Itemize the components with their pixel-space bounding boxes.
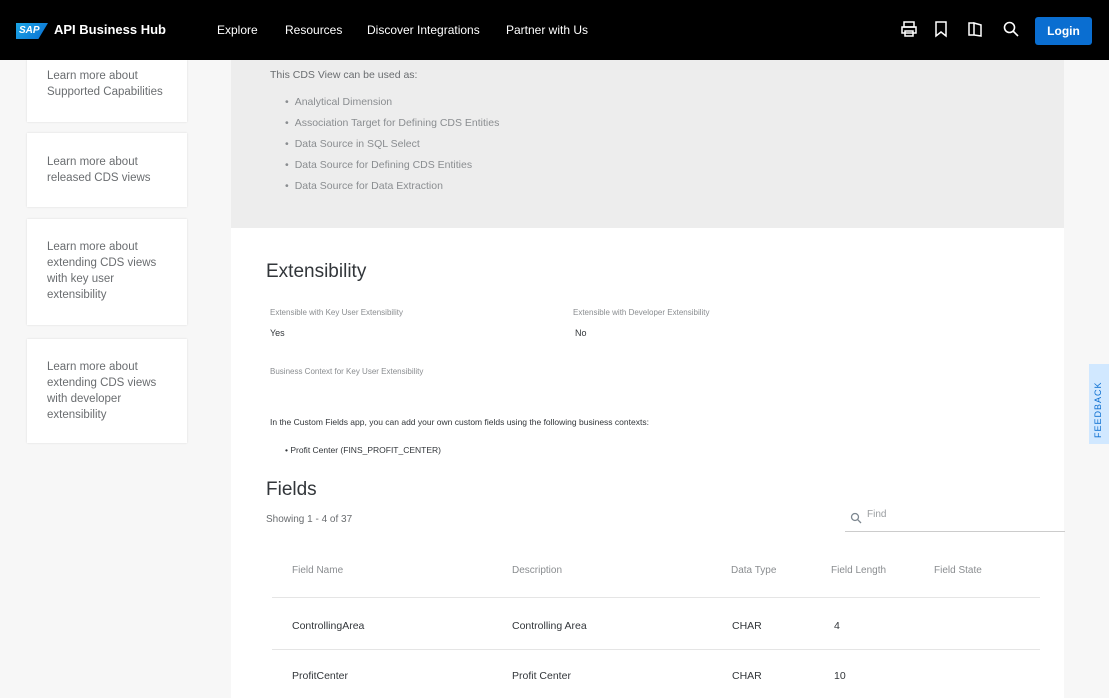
printer-icon[interactable] xyxy=(900,20,918,38)
developer-value: No xyxy=(575,328,587,338)
find-placeholder: Find xyxy=(867,509,887,520)
key-user-label: Extensible with Key User Extensibility xyxy=(270,308,403,317)
business-context-item-text: Profit Center (FINS_PROFIT_CENTER) xyxy=(290,445,442,455)
login-button[interactable]: Login xyxy=(1035,17,1092,45)
nav-discover-integrations[interactable]: Discover Integrations xyxy=(367,23,480,37)
cell-field-length: 10 xyxy=(834,670,846,682)
nav-resources[interactable]: Resources xyxy=(285,23,342,37)
cell-description: Profit Center xyxy=(512,670,571,682)
search-icon xyxy=(850,511,862,524)
sidebar-card-developer[interactable]: Learn more about extending CDS views wit… xyxy=(27,339,187,443)
find-input[interactable]: Find xyxy=(845,504,1065,532)
bookmark-icon[interactable] xyxy=(932,20,950,38)
sap-logo[interactable]: SAP xyxy=(16,23,48,39)
sidebar-card-label: Learn more about released CDS views xyxy=(47,156,151,184)
row-divider xyxy=(272,649,1040,650)
business-context-item: • Profit Center (FINS_PROFIT_CENTER) xyxy=(285,445,442,455)
cell-field-length: 4 xyxy=(834,620,840,632)
cell-description: Controlling Area xyxy=(512,620,587,632)
book-icon[interactable] xyxy=(966,20,984,38)
fields-count: Showing 1 - 4 of 37 xyxy=(266,514,353,525)
column-field-length[interactable]: Field Length xyxy=(831,565,886,576)
nav-partner-with-us[interactable]: Partner with Us xyxy=(506,23,588,37)
usage-intro: This CDS View can be used as: xyxy=(270,69,418,81)
sidebar-card-label: Learn more about Supported Capabilities xyxy=(47,70,163,98)
search-icon[interactable] xyxy=(1002,20,1020,38)
business-context-label: Business Context for Key User Extensibil… xyxy=(270,367,424,376)
nav-explore[interactable]: Explore xyxy=(217,23,258,37)
cell-field-name[interactable]: ControllingArea xyxy=(292,620,364,632)
usage-item: Analytical Dimension xyxy=(285,96,499,117)
cell-field-name[interactable]: ProfitCenter xyxy=(292,670,348,682)
feedback-label: FEEDBACK xyxy=(1093,381,1103,438)
sidebar-card-released-views[interactable]: Learn more about released CDS views xyxy=(27,133,187,207)
usage-item: Association Target for Defining CDS Enti… xyxy=(285,117,500,138)
usage-item: Data Source in SQL Select xyxy=(285,138,499,159)
column-description[interactable]: Description xyxy=(512,565,562,576)
cell-data-type: CHAR xyxy=(732,620,762,632)
business-context-desc: In the Custom Fields app, you can add yo… xyxy=(270,417,649,427)
sidebar-card-label: Learn more about extending CDS views wit… xyxy=(47,241,157,301)
sidebar-card-label: Learn more about extending CDS views wit… xyxy=(47,361,157,421)
column-field-name[interactable]: Field Name xyxy=(292,565,343,576)
usage-item: Data Source for Defining CDS Entities xyxy=(285,159,499,180)
extensibility-title: Extensibility xyxy=(266,261,367,282)
usage-list: Analytical Dimension Association Target … xyxy=(285,96,500,201)
developer-label: Extensible with Developer Extensibility xyxy=(573,308,710,317)
cell-data-type: CHAR xyxy=(732,670,762,682)
column-field-state[interactable]: Field State xyxy=(934,565,982,576)
row-divider xyxy=(272,597,1040,598)
feedback-tab[interactable]: FEEDBACK xyxy=(1089,364,1109,444)
sidebar-card-capabilities[interactable]: Learn more about Supported Capabilities xyxy=(27,60,187,122)
fields-title: Fields xyxy=(266,479,317,500)
sidebar-card-key-user[interactable]: Learn more about extending CDS views wit… xyxy=(27,219,187,325)
column-data-type[interactable]: Data Type xyxy=(731,565,776,576)
usage-item: Data Source for Data Extraction xyxy=(285,180,499,201)
brand-title[interactable]: API Business Hub xyxy=(54,22,166,37)
top-bar: SAP API Business Hub Explore Resources D… xyxy=(0,0,1109,60)
key-user-value: Yes xyxy=(270,328,285,338)
